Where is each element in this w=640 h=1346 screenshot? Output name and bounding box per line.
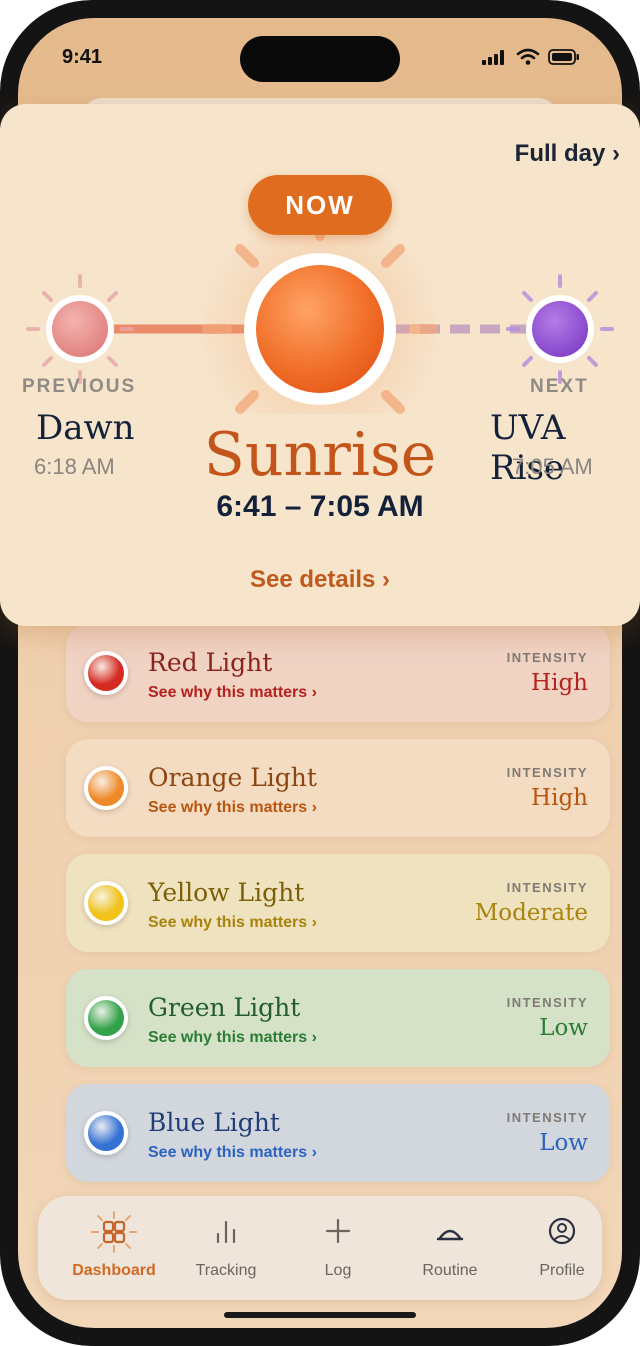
now-badge: NOW bbox=[248, 175, 392, 235]
light-name: Green Light bbox=[148, 993, 301, 1022]
light-name: Yellow Light bbox=[148, 878, 305, 907]
tab-tracking[interactable]: Tracking bbox=[170, 1210, 282, 1280]
intensity-value: Moderate bbox=[474, 900, 588, 926]
current-phase-time: 6:41 – 7:05 AM bbox=[216, 490, 424, 523]
phone-frame: 9:41 Red Light See why this matters › IN… bbox=[0, 0, 640, 1346]
light-card-yellow[interactable]: Yellow Light See why this matters › INTE… bbox=[66, 854, 610, 952]
intensity-label: INTENSITY bbox=[506, 650, 588, 665]
why-link[interactable]: See why this matters › bbox=[148, 1144, 317, 1162]
why-link[interactable]: See why this matters › bbox=[148, 799, 317, 817]
plus-icon bbox=[325, 1218, 351, 1244]
tab-label: Routine bbox=[422, 1262, 478, 1279]
intensity-value: High bbox=[531, 670, 588, 696]
next-label: NEXT bbox=[530, 376, 589, 397]
red-light-dot-icon bbox=[84, 651, 128, 695]
current-phase-name: Sunrise bbox=[203, 420, 437, 490]
battery-icon bbox=[548, 49, 579, 65]
previous-label: PREVIOUS bbox=[22, 376, 137, 397]
intensity-value: Low bbox=[539, 1015, 588, 1041]
why-link[interactable]: See why this matters › bbox=[148, 914, 317, 932]
tab-dashboard[interactable]: Dashboard bbox=[58, 1210, 170, 1280]
sunrise-arc-icon bbox=[436, 1229, 464, 1241]
dawn-dot-icon bbox=[52, 301, 108, 357]
home-indicator bbox=[224, 1312, 416, 1318]
yellow-light-dot-icon bbox=[84, 881, 128, 925]
green-light-dot-icon bbox=[84, 996, 128, 1040]
light-name: Orange Light bbox=[148, 763, 317, 792]
chart-bars-icon bbox=[216, 1220, 236, 1244]
dashboard-icon bbox=[91, 1211, 137, 1253]
intensity-label: INTENSITY bbox=[506, 995, 588, 1010]
signal-icon bbox=[482, 50, 504, 65]
wifi-icon bbox=[516, 48, 540, 65]
tab-label: Profile bbox=[539, 1262, 585, 1279]
why-link[interactable]: See why this matters › bbox=[148, 684, 317, 702]
full-day-link[interactable]: Full day › bbox=[515, 140, 620, 168]
tab-label: Dashboard bbox=[72, 1262, 156, 1279]
light-card-red[interactable]: Red Light See why this matters › INTENSI… bbox=[66, 624, 610, 722]
tab-label: Tracking bbox=[195, 1262, 257, 1279]
light-card-blue[interactable]: Blue Light See why this matters › INTENS… bbox=[66, 1084, 610, 1182]
tab-routine[interactable]: Routine bbox=[394, 1210, 506, 1280]
blue-light-dot-icon bbox=[84, 1111, 128, 1155]
status-time: 9:41 bbox=[62, 46, 103, 68]
light-card-orange[interactable]: Orange Light See why this matters › INTE… bbox=[66, 739, 610, 837]
intensity-label: INTENSITY bbox=[506, 880, 588, 895]
light-card-green[interactable]: Green Light See why this matters › INTEN… bbox=[66, 969, 610, 1067]
intensity-label: INTENSITY bbox=[506, 765, 588, 780]
tab-log[interactable]: Log bbox=[282, 1210, 394, 1280]
why-link[interactable]: See why this matters › bbox=[148, 1029, 317, 1047]
see-details-link[interactable]: See details › bbox=[0, 566, 640, 594]
orange-light-dot-icon bbox=[84, 766, 128, 810]
intensity-value: High bbox=[531, 785, 588, 811]
sunrise-sun-icon bbox=[256, 265, 384, 393]
tab-label: Log bbox=[324, 1262, 352, 1279]
tab-bar: Dashboard Tracking Log Routine Profile bbox=[38, 1196, 602, 1300]
status-icons bbox=[482, 48, 580, 66]
intensity-value: Low bbox=[539, 1130, 588, 1156]
light-name: Blue Light bbox=[148, 1108, 280, 1137]
user-circle-icon bbox=[548, 1217, 576, 1245]
dynamic-island bbox=[240, 36, 400, 82]
tab-profile[interactable]: Profile bbox=[506, 1210, 618, 1280]
current-phase-card: Full day › NOW PREVIOUS Dawn 6:18 AM NEX… bbox=[0, 104, 640, 626]
intensity-label: INTENSITY bbox=[506, 1110, 588, 1125]
uva-rise-dot-icon bbox=[532, 301, 588, 357]
light-name: Red Light bbox=[148, 648, 273, 677]
